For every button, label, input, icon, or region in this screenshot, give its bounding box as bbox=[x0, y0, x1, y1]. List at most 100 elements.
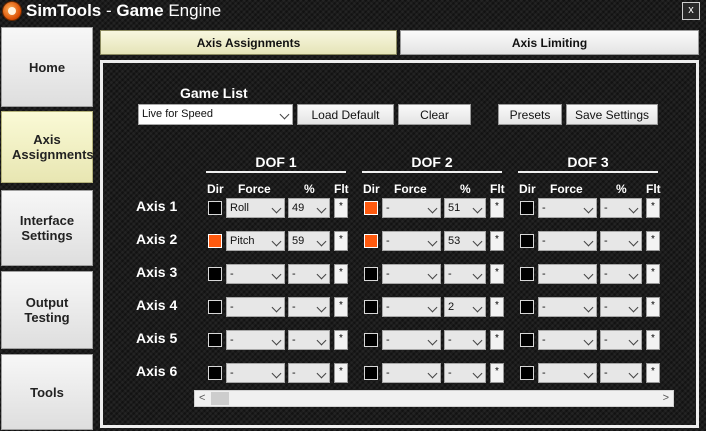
direction-toggle[interactable] bbox=[364, 201, 378, 215]
filter-button[interactable]: * bbox=[646, 330, 660, 350]
direction-toggle[interactable] bbox=[208, 366, 222, 380]
direction-toggle[interactable] bbox=[520, 234, 534, 248]
percent-dropdown[interactable]: - bbox=[600, 264, 642, 284]
direction-toggle[interactable] bbox=[520, 201, 534, 215]
force-dropdown[interactable]: - bbox=[382, 297, 441, 317]
direction-toggle[interactable] bbox=[520, 333, 534, 347]
filter-button[interactable]: * bbox=[646, 264, 660, 284]
presets-button[interactable]: Presets bbox=[498, 104, 562, 125]
percent-dropdown[interactable]: 2 bbox=[444, 297, 486, 317]
direction-toggle[interactable] bbox=[520, 366, 534, 380]
clear-button[interactable]: Clear bbox=[398, 104, 471, 125]
force-dropdown[interactable]: - bbox=[538, 264, 597, 284]
filter-button[interactable]: * bbox=[334, 231, 348, 251]
force-dropdown[interactable]: - bbox=[226, 330, 285, 350]
scroll-left-icon[interactable]: < bbox=[199, 392, 205, 405]
filter-button[interactable]: * bbox=[646, 231, 660, 251]
percent-dropdown[interactable]: - bbox=[444, 264, 486, 284]
filter-button[interactable]: * bbox=[334, 330, 348, 350]
chevron-down-icon bbox=[583, 203, 594, 214]
title-bar: SimTools - Game Engine x bbox=[0, 0, 706, 24]
force-dropdown[interactable]: Roll bbox=[226, 198, 285, 218]
col-pct-header: % bbox=[616, 182, 627, 196]
percent-dropdown[interactable]: - bbox=[600, 297, 642, 317]
nav-tools-button[interactable]: Tools bbox=[1, 354, 93, 430]
filter-button[interactable]: * bbox=[334, 363, 348, 383]
percent-dropdown[interactable]: 51 bbox=[444, 198, 486, 218]
filter-button[interactable]: * bbox=[490, 297, 504, 317]
filter-button[interactable]: * bbox=[490, 264, 504, 284]
direction-toggle[interactable] bbox=[364, 300, 378, 314]
force-dropdown[interactable]: - bbox=[538, 363, 597, 383]
force-dropdown[interactable]: - bbox=[538, 330, 597, 350]
chevron-down-icon bbox=[628, 203, 639, 214]
nav-output-testing-button[interactable]: Output Testing bbox=[1, 271, 93, 349]
direction-toggle[interactable] bbox=[208, 267, 222, 281]
percent-dropdown[interactable]: 49 bbox=[288, 198, 330, 218]
force-value: Pitch bbox=[230, 235, 255, 247]
percent-dropdown[interactable]: - bbox=[600, 198, 642, 218]
force-value: - bbox=[386, 367, 390, 379]
window-title: SimTools - Game Engine bbox=[26, 1, 222, 20]
percent-dropdown[interactable]: - bbox=[444, 330, 486, 350]
game-list-dropdown[interactable]: Live for Speed bbox=[138, 104, 293, 125]
tab-label: Axis Assignments bbox=[196, 35, 301, 50]
filter-button[interactable]: * bbox=[490, 198, 504, 218]
tab-axis-limiting[interactable]: Axis Limiting bbox=[400, 30, 699, 55]
direction-toggle[interactable] bbox=[364, 333, 378, 347]
force-dropdown[interactable]: - bbox=[382, 264, 441, 284]
dof-header: DOF 3 bbox=[567, 154, 609, 170]
force-dropdown[interactable]: - bbox=[382, 363, 441, 383]
force-dropdown[interactable]: - bbox=[538, 231, 597, 251]
filter-button[interactable]: * bbox=[334, 198, 348, 218]
filter-button[interactable]: * bbox=[334, 297, 348, 317]
filter-button[interactable]: * bbox=[646, 297, 660, 317]
force-dropdown[interactable]: - bbox=[382, 198, 441, 218]
filter-button[interactable]: * bbox=[646, 363, 660, 383]
nav-interface-settings-button[interactable]: Interface Settings bbox=[1, 190, 93, 266]
percent-dropdown[interactable]: - bbox=[600, 231, 642, 251]
direction-toggle[interactable] bbox=[520, 267, 534, 281]
percent-dropdown[interactable]: - bbox=[600, 363, 642, 383]
close-button[interactable]: x bbox=[682, 2, 700, 20]
direction-toggle[interactable] bbox=[364, 234, 378, 248]
nav-axis-assignments-button[interactable]: Axis Assignments bbox=[1, 111, 94, 183]
filter-button[interactable]: * bbox=[334, 264, 348, 284]
percent-dropdown[interactable]: - bbox=[288, 330, 330, 350]
scroll-right-icon[interactable]: > bbox=[663, 392, 669, 405]
direction-toggle[interactable] bbox=[364, 366, 378, 380]
filter-button[interactable]: * bbox=[490, 330, 504, 350]
force-value: - bbox=[386, 202, 390, 214]
direction-toggle[interactable] bbox=[208, 234, 222, 248]
percent-dropdown[interactable]: - bbox=[600, 330, 642, 350]
force-dropdown[interactable]: - bbox=[538, 198, 597, 218]
percent-dropdown[interactable]: - bbox=[444, 363, 486, 383]
direction-toggle[interactable] bbox=[364, 267, 378, 281]
direction-toggle[interactable] bbox=[208, 300, 222, 314]
axis-label: Axis 3 bbox=[136, 264, 178, 280]
filter-button[interactable]: * bbox=[646, 198, 660, 218]
load-default-button[interactable]: Load Default bbox=[297, 104, 394, 125]
filter-button[interactable]: * bbox=[490, 231, 504, 251]
direction-toggle[interactable] bbox=[208, 201, 222, 215]
force-dropdown[interactable]: - bbox=[226, 297, 285, 317]
force-dropdown[interactable]: - bbox=[382, 330, 441, 350]
force-dropdown[interactable]: - bbox=[226, 363, 285, 383]
percent-dropdown[interactable]: 59 bbox=[288, 231, 330, 251]
save-settings-button[interactable]: Save Settings bbox=[566, 104, 658, 125]
direction-toggle[interactable] bbox=[208, 333, 222, 347]
direction-toggle[interactable] bbox=[520, 300, 534, 314]
horizontal-scrollbar[interactable]: < > bbox=[194, 390, 674, 407]
scroll-thumb[interactable] bbox=[211, 392, 229, 405]
nav-home-button[interactable]: Home bbox=[1, 27, 93, 107]
force-dropdown[interactable]: - bbox=[382, 231, 441, 251]
percent-dropdown[interactable]: - bbox=[288, 363, 330, 383]
percent-dropdown[interactable]: - bbox=[288, 297, 330, 317]
force-dropdown[interactable]: Pitch bbox=[226, 231, 285, 251]
force-dropdown[interactable]: - bbox=[538, 297, 597, 317]
tab-axis-assignments[interactable]: Axis Assignments bbox=[100, 30, 397, 55]
percent-dropdown[interactable]: - bbox=[288, 264, 330, 284]
percent-dropdown[interactable]: 53 bbox=[444, 231, 486, 251]
force-dropdown[interactable]: - bbox=[226, 264, 285, 284]
filter-button[interactable]: * bbox=[490, 363, 504, 383]
